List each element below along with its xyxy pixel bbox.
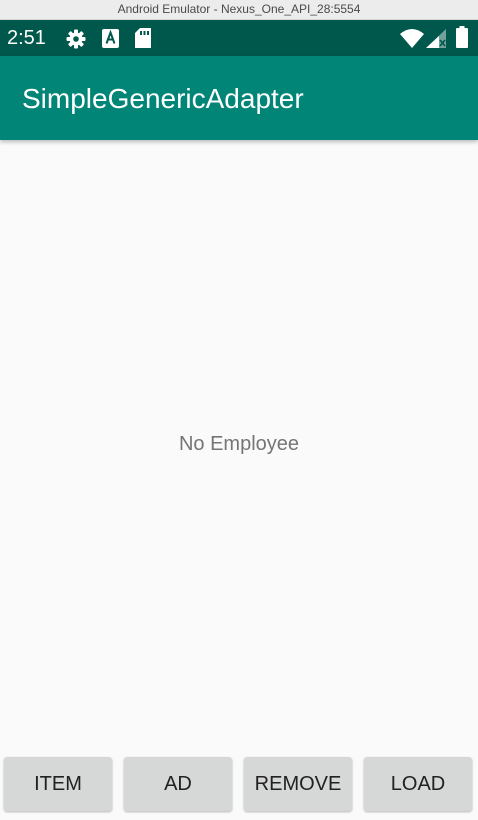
- app-bar: SimpleGenericAdapter: [0, 56, 478, 140]
- settings-icon: [66, 29, 86, 49]
- sd-card-icon: [135, 28, 151, 48]
- status-bar: 2:51: [0, 20, 478, 56]
- window-title-bar: Android Emulator - Nexus_One_API_28:5554: [0, 0, 478, 20]
- empty-state-text: No Employee: [178, 433, 300, 455]
- item-button[interactable]: ITEM: [4, 757, 112, 811]
- load-button[interactable]: LOAD: [364, 757, 472, 811]
- ad-button[interactable]: AD: [124, 757, 232, 811]
- battery-icon: [456, 26, 468, 48]
- emulator-window: Android Emulator - Nexus_One_API_28:5554…: [0, 0, 478, 820]
- remove-button[interactable]: REMOVE: [244, 757, 352, 811]
- window-title: Android Emulator - Nexus_One_API_28:5554: [117, 2, 361, 16]
- employee-list-area: No Employee: [0, 140, 478, 748]
- app-title: SimpleGenericAdapter: [22, 83, 304, 114]
- wifi-icon: [400, 29, 424, 48]
- status-time: 2:51: [7, 27, 46, 49]
- cell-signal-icon: [426, 29, 446, 48]
- a-accessibility-icon: [102, 29, 119, 48]
